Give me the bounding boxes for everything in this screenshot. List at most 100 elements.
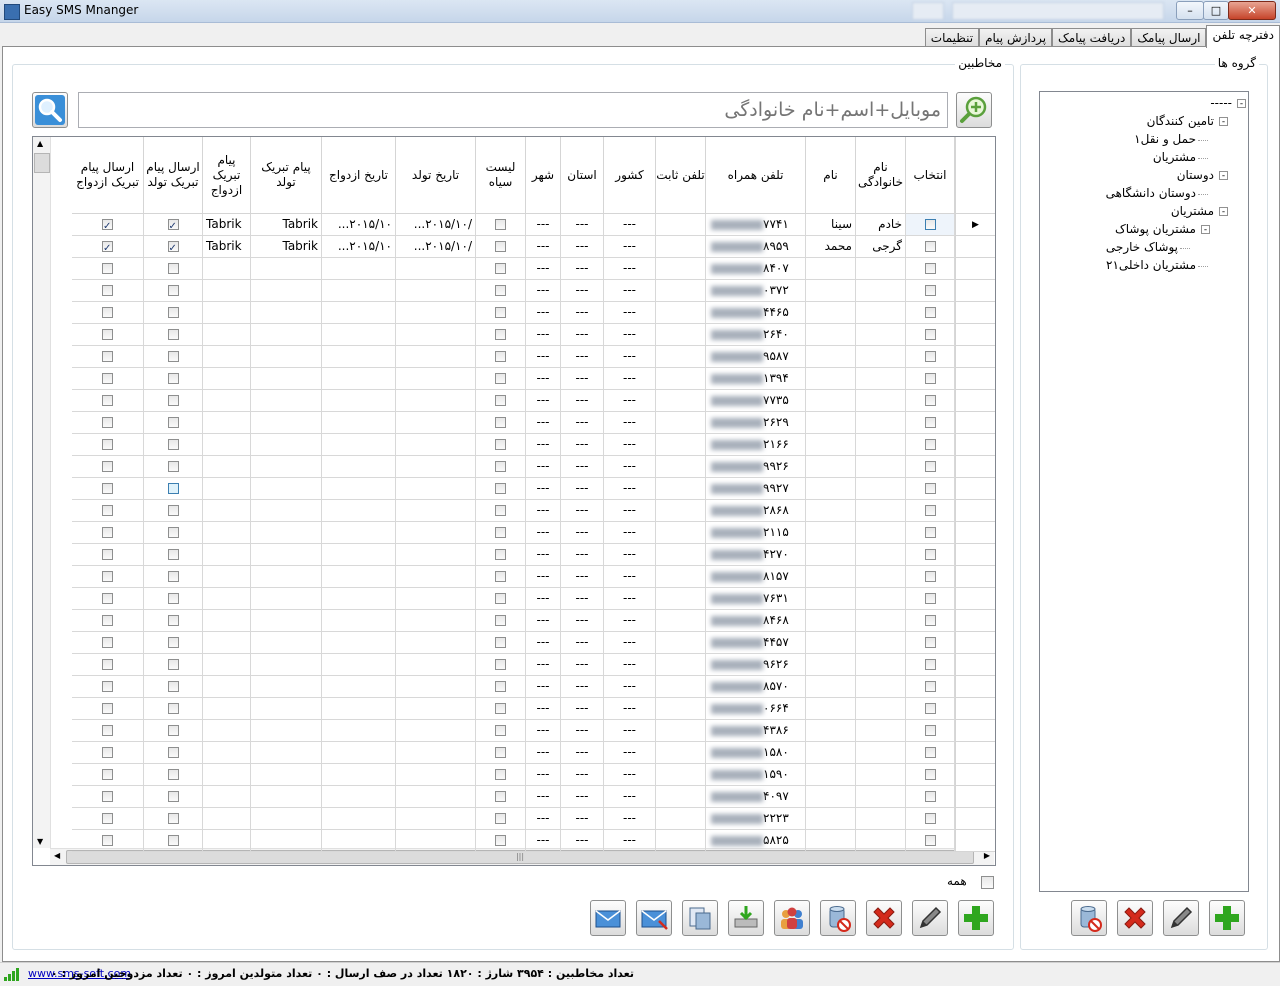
cell-blacklist[interactable]: [476, 676, 526, 698]
checkbox[interactable]: [167, 791, 179, 802]
cell-blacklist[interactable]: [476, 786, 526, 808]
cell-blacklist[interactable]: [476, 390, 526, 412]
scroll-right-icon[interactable]: ▶: [984, 851, 990, 860]
table-row[interactable]: ۷۷۳۵ --- --- ---: [52, 390, 955, 412]
tree-node[interactable]: پوشاک خارجی: [1106, 240, 1178, 254]
checkbox[interactable]: [167, 813, 179, 824]
cell-send-marriage-message[interactable]: [72, 456, 144, 478]
checkbox[interactable]: [924, 703, 936, 714]
cell-send-birth-message[interactable]: [144, 368, 203, 390]
tree-node[interactable]: مشتریان: [1171, 204, 1214, 218]
cell-send-marriage-message[interactable]: [72, 808, 144, 830]
checkbox[interactable]: [495, 241, 506, 252]
cell-blacklist[interactable]: [476, 830, 526, 852]
search-input[interactable]: [78, 92, 948, 128]
checkbox[interactable]: [102, 527, 113, 538]
cell-select[interactable]: [906, 390, 955, 412]
table-row[interactable]: گرجی محمد ۸۹۵۹ --- --- ---/۲۰۱۵/۱۰... ۲۰۱۵/۱۰.…: [52, 236, 955, 258]
group-delete-button[interactable]: [1117, 900, 1153, 936]
checkbox[interactable]: [167, 263, 179, 274]
row-header[interactable]: [955, 830, 995, 852]
row-header[interactable]: [955, 676, 995, 698]
cell-send-birth-message[interactable]: [144, 478, 203, 500]
row-header[interactable]: [955, 632, 995, 654]
row-header[interactable]: [955, 368, 995, 390]
checkbox[interactable]: [102, 417, 113, 428]
checkbox[interactable]: [495, 307, 506, 318]
checkbox[interactable]: [924, 219, 936, 230]
scroll-left-icon[interactable]: ◀: [54, 851, 60, 860]
column-header-first-name[interactable]: نام: [806, 137, 856, 214]
checkbox[interactable]: [924, 263, 936, 274]
checkbox[interactable]: [924, 769, 936, 780]
checkbox[interactable]: [167, 725, 179, 736]
column-header-select[interactable]: انتخاب: [906, 137, 955, 214]
cell-send-birth-message[interactable]: [144, 544, 203, 566]
checkbox[interactable]: [924, 329, 936, 340]
row-header[interactable]: [955, 808, 995, 830]
cell-select[interactable]: [906, 786, 955, 808]
checkbox[interactable]: [102, 216, 113, 235]
checkbox[interactable]: [102, 329, 113, 340]
checkbox[interactable]: [924, 659, 936, 670]
send-cancel-button[interactable]: [636, 900, 672, 936]
checkbox[interactable]: [924, 461, 936, 472]
import-button[interactable]: [728, 900, 764, 936]
group-remove-db-button[interactable]: [1071, 900, 1107, 936]
cell-blacklist[interactable]: [476, 434, 526, 456]
cell-select[interactable]: [906, 654, 955, 676]
checkbox[interactable]: [102, 769, 113, 780]
cell-send-birth-message[interactable]: [144, 280, 203, 302]
table-row[interactable]: ۴۴۶۵ --- --- ---: [52, 302, 955, 324]
cell-send-birth-message[interactable]: [144, 500, 203, 522]
cell-send-marriage-message[interactable]: [72, 720, 144, 742]
scroll-thumb[interactable]: |||: [66, 850, 974, 864]
checkbox[interactable]: [924, 681, 936, 692]
tab-phonebook[interactable]: دفترچه تلفن: [1206, 25, 1280, 48]
table-row[interactable]: ۲۶۴۰ --- --- ---: [52, 324, 955, 346]
cell-send-birth-message[interactable]: [144, 698, 203, 720]
row-header[interactable]: [955, 434, 995, 456]
checkbox[interactable]: [167, 637, 179, 648]
row-header[interactable]: [955, 324, 995, 346]
table-row[interactable]: ۵۸۲۵ --- --- ---: [52, 830, 955, 852]
row-header[interactable]: [955, 544, 995, 566]
cell-send-birth-message[interactable]: [144, 456, 203, 478]
checkbox[interactable]: [167, 238, 179, 257]
cell-blacklist[interactable]: [476, 764, 526, 786]
checkbox[interactable]: [167, 703, 179, 714]
cell-blacklist[interactable]: [476, 368, 526, 390]
cell-select[interactable]: [906, 764, 955, 786]
close-button[interactable]: ✕: [1228, 1, 1276, 20]
checkbox[interactable]: [495, 373, 506, 384]
cell-send-marriage-message[interactable]: [72, 412, 144, 434]
checkbox[interactable]: [495, 813, 506, 824]
cell-send-birth-message[interactable]: [144, 258, 203, 280]
checkbox[interactable]: [495, 527, 506, 538]
cell-send-birth-message[interactable]: [144, 588, 203, 610]
row-header[interactable]: [955, 390, 995, 412]
cell-blacklist[interactable]: [476, 808, 526, 830]
cell-send-marriage-message[interactable]: [72, 830, 144, 852]
checkbox[interactable]: [495, 637, 506, 648]
cell-send-birth-message[interactable]: [144, 566, 203, 588]
table-row[interactable]: ۸۱۵۷ --- --- ---: [52, 566, 955, 588]
checkbox[interactable]: [495, 439, 506, 450]
cell-select[interactable]: [906, 632, 955, 654]
cell-send-marriage-message[interactable]: [72, 236, 144, 258]
cell-select[interactable]: [906, 412, 955, 434]
checkbox[interactable]: [167, 307, 179, 318]
table-row[interactable]: ۱۵۸۰ --- --- ---: [52, 742, 955, 764]
table-row[interactable]: ۹۹۲۷ --- --- ---: [52, 478, 955, 500]
checkbox[interactable]: [495, 769, 506, 780]
checkbox[interactable]: [924, 637, 936, 648]
tab-receive-sms[interactable]: دریافت پیامک: [1052, 28, 1132, 48]
tree-expander-icon[interactable]: -: [1219, 207, 1228, 217]
table-row[interactable]: ۸۵۷۰ --- --- ---: [52, 676, 955, 698]
checkbox[interactable]: [102, 263, 113, 274]
cell-send-marriage-message[interactable]: [72, 258, 144, 280]
checkbox[interactable]: [102, 439, 113, 450]
checkbox[interactable]: [924, 835, 936, 846]
row-header[interactable]: [955, 764, 995, 786]
table-row[interactable]: ۰۳۷۲ --- --- ---: [52, 280, 955, 302]
